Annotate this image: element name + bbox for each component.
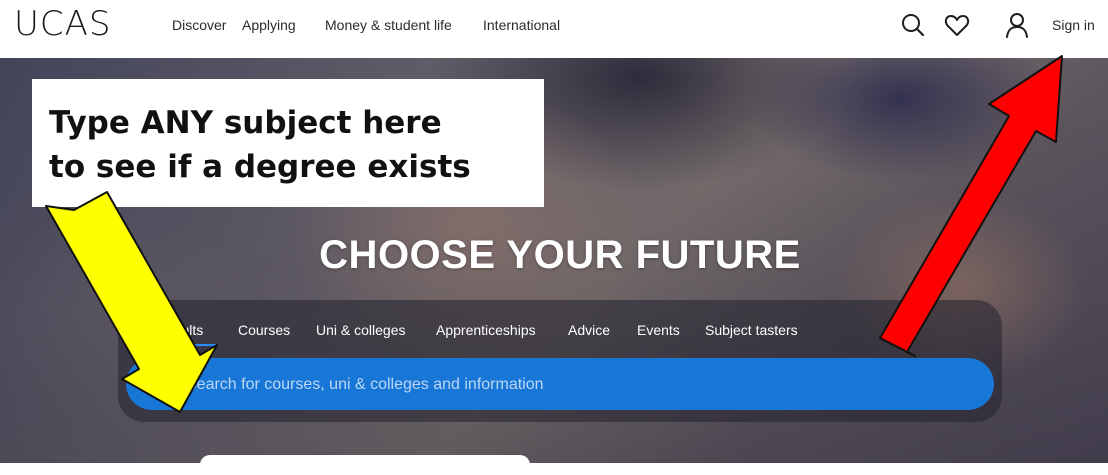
tab-advice[interactable]: Advice [568, 322, 610, 338]
heart-icon[interactable] [942, 10, 972, 40]
tab-results[interactable]: results [162, 322, 203, 338]
site-header: UCAS Discover Applying Money & student l… [0, 0, 1108, 58]
ucas-logo[interactable]: UCAS [14, 4, 111, 44]
user-icon[interactable] [1002, 10, 1032, 40]
search-panel: results Courses Uni & colleges Apprentic… [118, 300, 1002, 422]
annotation-callout: Type ANY subject here to see if a degree… [32, 79, 544, 207]
search-input[interactable] [184, 371, 968, 399]
tab-apprenticeships[interactable]: Apprenticeships [436, 322, 536, 338]
search-bar[interactable] [126, 358, 994, 410]
nav-money-student-life[interactable]: Money & student life [325, 17, 452, 33]
nav-international[interactable]: International [483, 17, 560, 33]
tab-events[interactable]: Events [637, 322, 680, 338]
annotation-line-1: Type ANY subject here [49, 105, 442, 141]
annotation-line-2: to see if a degree exists [49, 149, 471, 185]
content-card-peek [200, 455, 530, 475]
tab-uni-colleges[interactable]: Uni & colleges [316, 322, 406, 338]
tab-subject-tasters[interactable]: Subject tasters [705, 322, 798, 338]
sign-in-link[interactable]: Sign in [1052, 17, 1095, 33]
active-tab-underline [162, 344, 216, 346]
search-icon[interactable] [898, 10, 928, 40]
hero-title: CHOOSE YOUR FUTURE [319, 233, 801, 277]
annotation-text: Type ANY subject here to see if a degree… [49, 101, 539, 189]
nav-discover[interactable]: Discover [172, 17, 226, 33]
tab-courses[interactable]: Courses [238, 322, 290, 338]
nav-applying[interactable]: Applying [242, 17, 296, 33]
